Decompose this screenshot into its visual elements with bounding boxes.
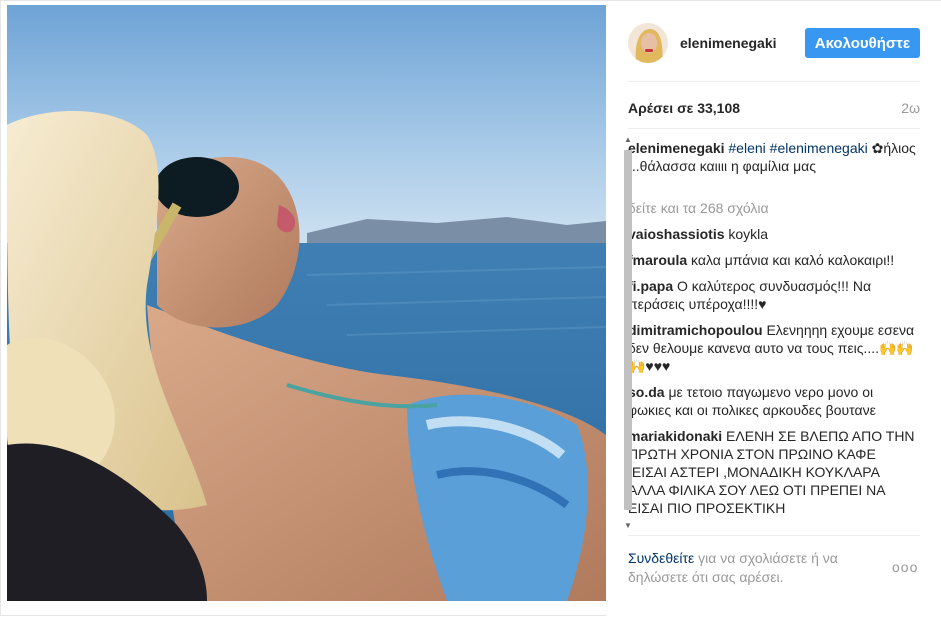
comment-username[interactable]: vaioshassiotis	[628, 226, 725, 242]
comment-username[interactable]: fmaroula	[628, 252, 687, 268]
comment: fi.papa Ο καλύτερος συνδυασμός!!! Να περ…	[628, 277, 918, 313]
likes-count[interactable]: Αρέσει σε 33,108	[628, 100, 740, 116]
username-link[interactable]: elenimenegaki	[680, 35, 805, 51]
login-link[interactable]: Συνδεθείτε	[628, 550, 694, 566]
comment: fmaroula καλα μπάνια και καλό καλοκαιρι!…	[628, 251, 918, 269]
comment-text: με τετοιο παγωμενο νερο μονο οι φωκιες κ…	[628, 384, 876, 418]
comment-text: καλα μπάνια και καλό καλοκαιρι!!	[691, 252, 895, 268]
comments-scrollbar[interactable]: ▲ ▼	[621, 134, 635, 532]
caption-username[interactable]: elenimenegaki	[628, 140, 725, 156]
hashtag-link[interactable]: #eleni	[728, 140, 765, 156]
login-prompt: Συνδεθείτε για να σχολιάσετε ή να δηλώσε…	[628, 549, 878, 587]
avatar[interactable]	[628, 23, 668, 63]
follow-button[interactable]: Ακολουθήστε	[804, 28, 920, 58]
comment: dimitramichopoulou Ελενηηηη εχουμε εσενα…	[628, 321, 918, 375]
comment-username[interactable]: dimitramichopoulou	[628, 322, 763, 338]
comments-list[interactable]: elenimenegaki #eleni #elenimenegaki ✿ήλι…	[628, 139, 918, 531]
comment-text: koykla	[728, 226, 769, 242]
caption: elenimenegaki #eleni #elenimenegaki ✿ήλι…	[628, 139, 918, 191]
scrollbar-thumb[interactable]	[624, 150, 632, 510]
view-all-comments-link[interactable]: δείτε και τα 268 σχόλια	[628, 199, 918, 217]
more-options-icon[interactable]: ooo	[892, 559, 918, 575]
scroll-down-arrow-icon[interactable]: ▼	[621, 520, 635, 532]
comment: mariakidonaki ΕΛΕΝΗ ΣΕ ΒΛΕΠΩ ΑΠΟ ΤΗΝ ΠΡΩ…	[628, 427, 918, 517]
post-photo[interactable]	[7, 5, 606, 601]
post-header: elenimenegaki Ακολουθήστε	[628, 21, 920, 65]
divider	[628, 128, 920, 129]
comment-username[interactable]: mariakidonaki	[628, 428, 722, 444]
post-dialog: elenimenegaki Ακολουθήστε Αρέσει σε 33,1…	[0, 0, 941, 617]
post-time[interactable]: 2ω	[901, 100, 920, 116]
comment: so.da με τετοιο παγωμενο νερο μονο οι φω…	[628, 383, 918, 419]
divider	[628, 81, 920, 82]
likes-row: Αρέσει σε 33,108 2ω	[628, 100, 920, 116]
divider	[628, 535, 920, 536]
hashtag-link[interactable]: #elenimenegaki	[770, 140, 868, 156]
caption-extra: ▫	[628, 175, 918, 191]
scroll-up-arrow-icon[interactable]: ▲	[621, 134, 635, 146]
post-sidebar: elenimenegaki Ακολουθήστε Αρέσει σε 33,1…	[606, 1, 941, 617]
comment: vaioshassiotis koykla	[628, 225, 918, 243]
